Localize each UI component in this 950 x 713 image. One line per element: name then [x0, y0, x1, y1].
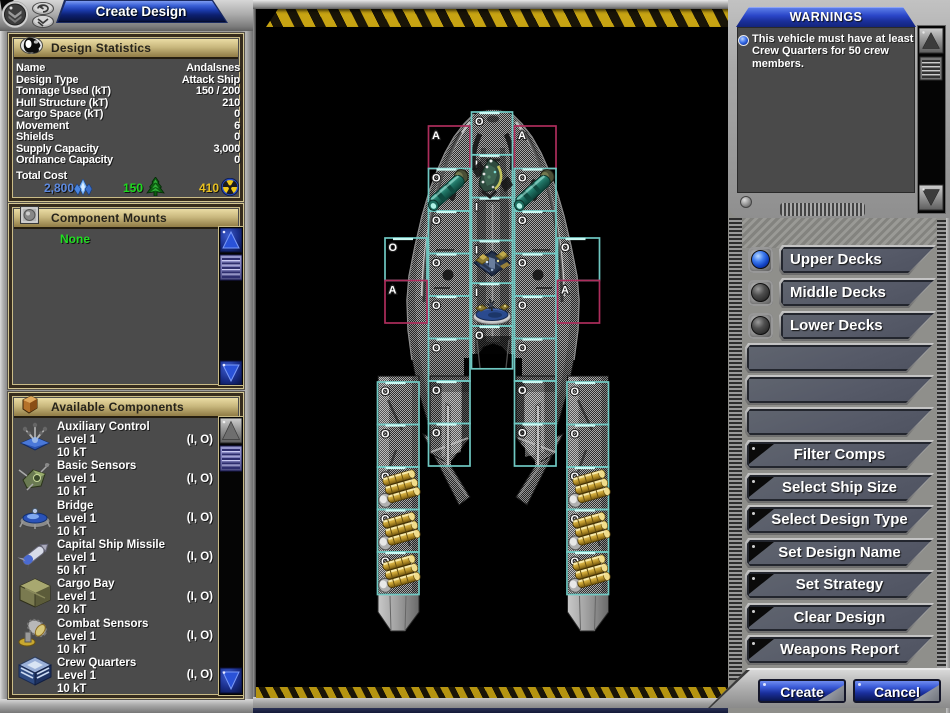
svg-text:I: I	[475, 287, 478, 299]
svg-text:O: O	[432, 428, 441, 440]
svg-text:O: O	[518, 385, 527, 397]
svg-text:A: A	[518, 130, 526, 142]
svg-text:O: O	[432, 300, 441, 312]
svg-text:I: I	[475, 244, 478, 256]
svg-text:O: O	[571, 429, 580, 441]
svg-text:A: A	[432, 130, 440, 142]
svg-text:O: O	[432, 173, 441, 185]
svg-text:A: A	[389, 285, 397, 297]
svg-text:O: O	[389, 242, 398, 254]
svg-text:O: O	[432, 258, 441, 270]
svg-text:O: O	[518, 173, 527, 185]
svg-text:O: O	[518, 428, 527, 440]
svg-text:O: O	[518, 300, 527, 312]
svg-text:O: O	[432, 215, 441, 227]
svg-text:I: I	[475, 202, 478, 214]
svg-text:O: O	[475, 330, 484, 342]
svg-text:O: O	[381, 386, 390, 398]
svg-text:O: O	[571, 386, 580, 398]
svg-text:O: O	[432, 343, 441, 355]
svg-text:O: O	[518, 343, 527, 355]
svg-text:O: O	[561, 242, 570, 254]
svg-text:O: O	[518, 215, 527, 227]
svg-text:A: A	[561, 285, 569, 297]
svg-text:O: O	[381, 429, 390, 441]
svg-text:O: O	[475, 116, 484, 128]
svg-text:O: O	[432, 385, 441, 397]
svg-text:O: O	[518, 258, 527, 270]
